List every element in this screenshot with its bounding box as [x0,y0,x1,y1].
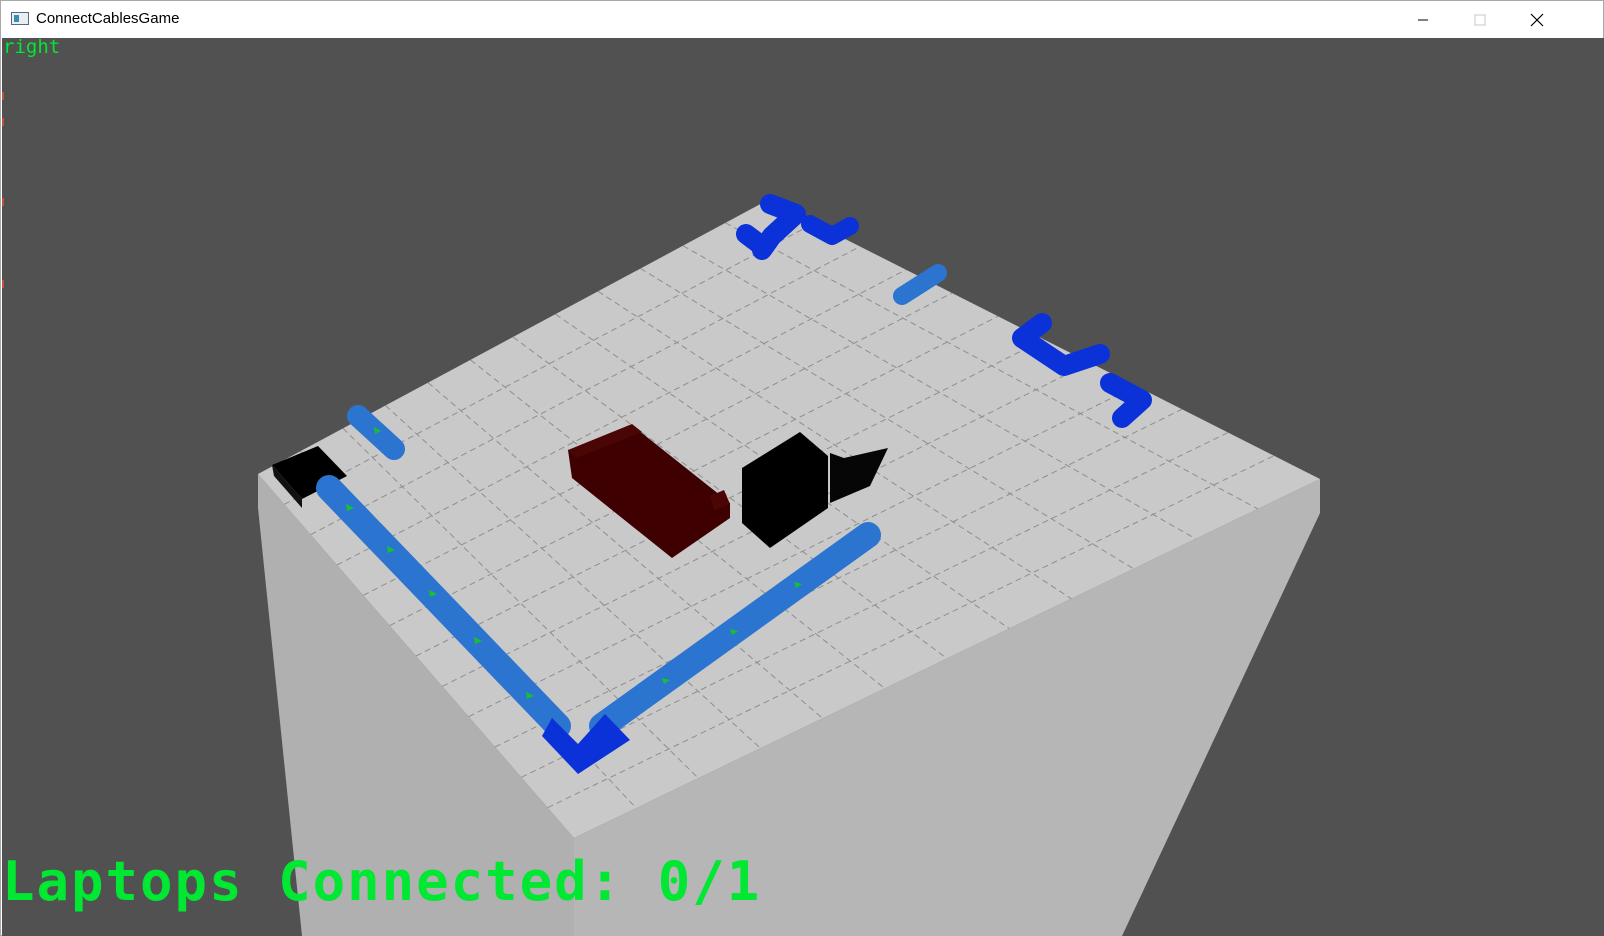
minimize-button[interactable] [1394,1,1451,38]
window-title: ConnectCablesGame [36,10,180,27]
laptops-connected-status: Laptops Connected: 0/1 [2,850,762,913]
game-scene[interactable] [2,38,1604,936]
title-bar[interactable]: ConnectCablesGame [1,1,1603,38]
game-window: ConnectCablesGame right Laptops Connecte… [0,0,1604,936]
app-icon [11,12,29,25]
minimize-icon [1417,19,1428,20]
cable-corner-top-3[interactable] [801,215,859,245]
direction-indicator: right [3,38,61,58]
game-viewport[interactable]: right Laptops Connected: 0/1 [2,38,1604,936]
cable-corner-top-2[interactable] [736,224,772,256]
maximize-button[interactable] [1451,1,1508,38]
close-button[interactable] [1508,1,1565,38]
maximize-icon [1474,14,1485,25]
close-icon [1530,13,1543,26]
